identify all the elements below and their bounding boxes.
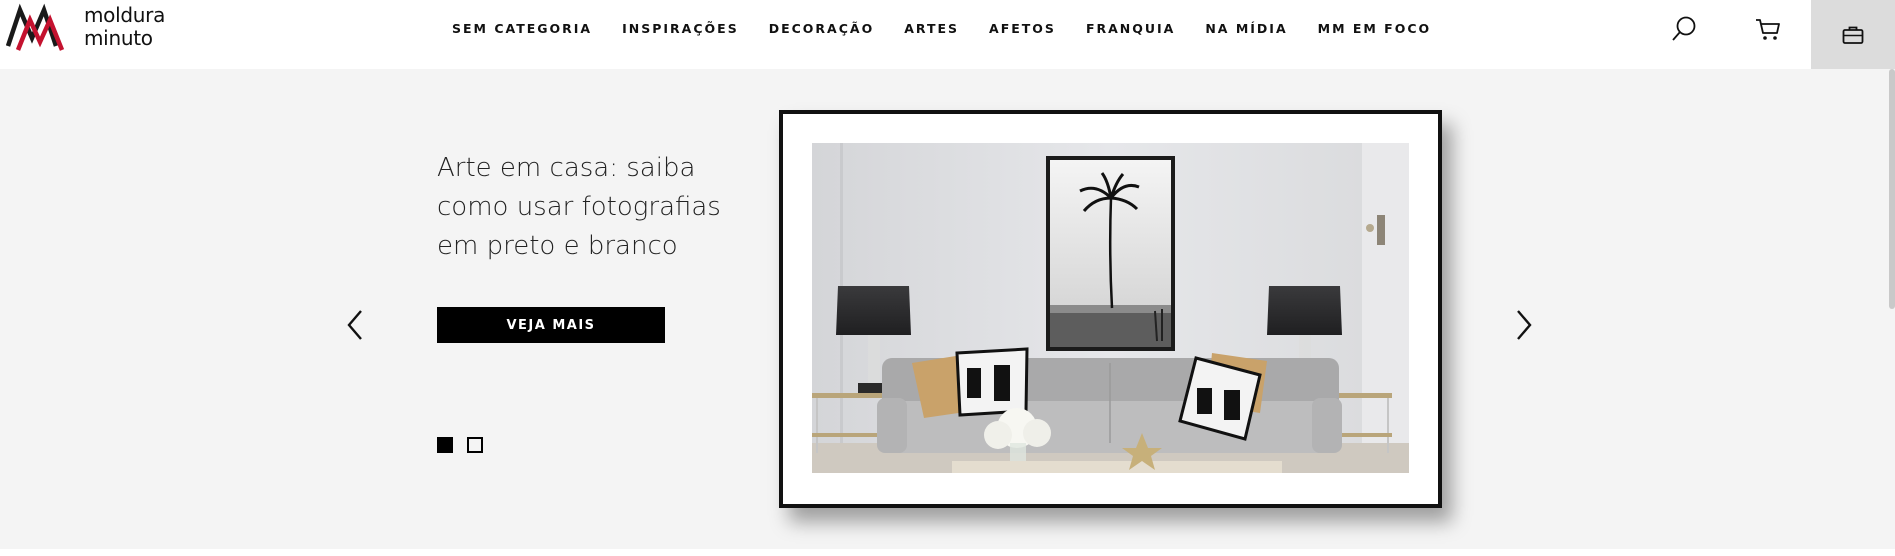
brand-logo[interactable]: moldura minuto [6,2,176,52]
search-icon [1672,16,1696,41]
slide-dot-2[interactable] [467,437,483,453]
cart-icon [1756,19,1780,40]
slider-next-button[interactable] [1509,305,1539,345]
search-button[interactable] [1669,14,1699,44]
nav-item-franquia[interactable]: FRANQUIA [1086,21,1175,36]
framed-picture [779,110,1442,508]
briefcase-icon [1842,26,1864,44]
brand-name: moldura minuto [84,4,165,50]
slider-prev-button[interactable] [340,305,370,345]
brand-line2: minuto [84,26,153,50]
slide-dot-1[interactable] [437,437,453,453]
hero-slider: Arte em casa: saiba como usar fotografia… [0,69,1895,549]
nav-item-decoracao[interactable]: DECORAÇÃO [769,21,875,36]
hero-image[interactable] [812,143,1409,473]
slider-pagination [437,437,483,453]
nav-item-sem-categoria[interactable]: SEM CATEGORIA [452,21,592,36]
logo-mark-icon [6,3,65,51]
nav-item-na-midia[interactable]: NA MÍDIA [1205,21,1287,36]
page-scrollbar[interactable] [1889,69,1895,309]
chevron-left-icon [347,310,362,340]
brand-line1: moldura [84,3,166,27]
chevron-right-icon [1517,310,1532,340]
nav-item-mm-em-foco[interactable]: MM EM FOCO [1318,21,1432,36]
franchise-button[interactable] [1811,0,1895,69]
hero-title: Arte em casa: saiba como usar fotografia… [437,153,721,261]
nav-item-inspiracoes[interactable]: INSPIRAÇÕES [622,21,739,36]
veja-mais-button[interactable]: VEJA MAIS [437,307,665,343]
nav-item-artes[interactable]: ARTES [904,21,959,36]
site-header: moldura minuto SEM CATEGORIA INSPIRAÇÕES… [0,0,1895,69]
nav-item-afetos[interactable]: AFETOS [989,21,1056,36]
main-nav: SEM CATEGORIA INSPIRAÇÕES DECORAÇÃO ARTE… [452,21,1461,36]
cart-button[interactable] [1753,14,1783,44]
